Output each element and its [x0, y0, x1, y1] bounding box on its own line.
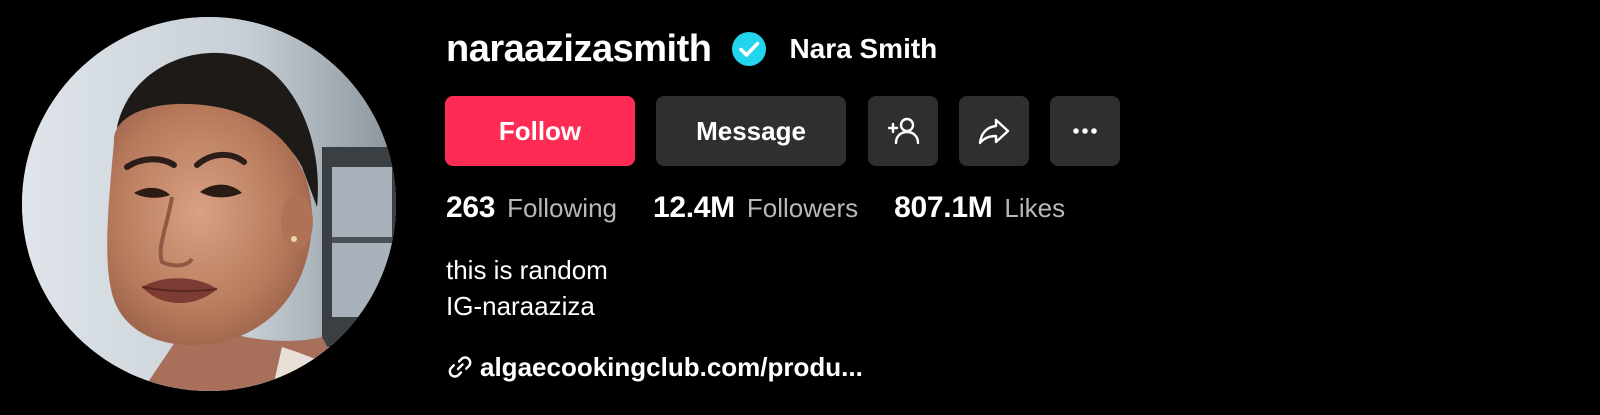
follow-button-label: Follow [498, 115, 582, 146]
more-icon [1073, 128, 1097, 134]
likes-label: Likes [1004, 193, 1066, 223]
followers-count: 12.4M [652, 191, 735, 224]
bio-link[interactable]: algaecookingclub.com/produ... [446, 347, 863, 387]
more-options-button[interactable] [1050, 96, 1120, 166]
likes-stat: 807.1M Likes [894, 191, 1065, 225]
share-icon [978, 118, 1010, 145]
profile-title-row: naraazizasmith Nara Smith [446, 24, 937, 74]
verified-badge-icon [731, 31, 767, 67]
bio-link-text: algaecookingclub.com/produ... [480, 351, 863, 382]
add-friend-icon [887, 117, 920, 145]
message-button-label: Message [696, 115, 806, 146]
followers-label: Followers [746, 193, 859, 223]
bio-line-2: IG-naraaziza [446, 291, 595, 321]
bio-line-1: this is random [446, 255, 608, 285]
display-name: Nara Smith [789, 33, 938, 64]
add-friend-button[interactable] [868, 96, 938, 166]
following-stat[interactable]: 263 Following [446, 191, 617, 225]
following-label: Following [507, 193, 617, 223]
likes-count: 807.1M [894, 191, 993, 224]
follow-button[interactable]: Follow [445, 96, 635, 166]
avatar-photo [22, 17, 396, 391]
link-icon [448, 356, 472, 378]
profile-stats: 263 Following 12.4M Followers 807.1M Lik… [446, 186, 1101, 230]
following-count: 263 [446, 191, 496, 224]
share-button[interactable] [959, 96, 1029, 166]
followers-stat[interactable]: 12.4M Followers [653, 191, 858, 225]
message-button[interactable]: Message [656, 96, 846, 166]
profile-header: naraazizasmith Nara Smith Follow Message [0, 0, 1600, 415]
profile-avatar[interactable] [22, 17, 396, 391]
username: naraazizasmith [446, 27, 712, 70]
profile-bio: this is random IG-naraaziza [446, 252, 608, 324]
